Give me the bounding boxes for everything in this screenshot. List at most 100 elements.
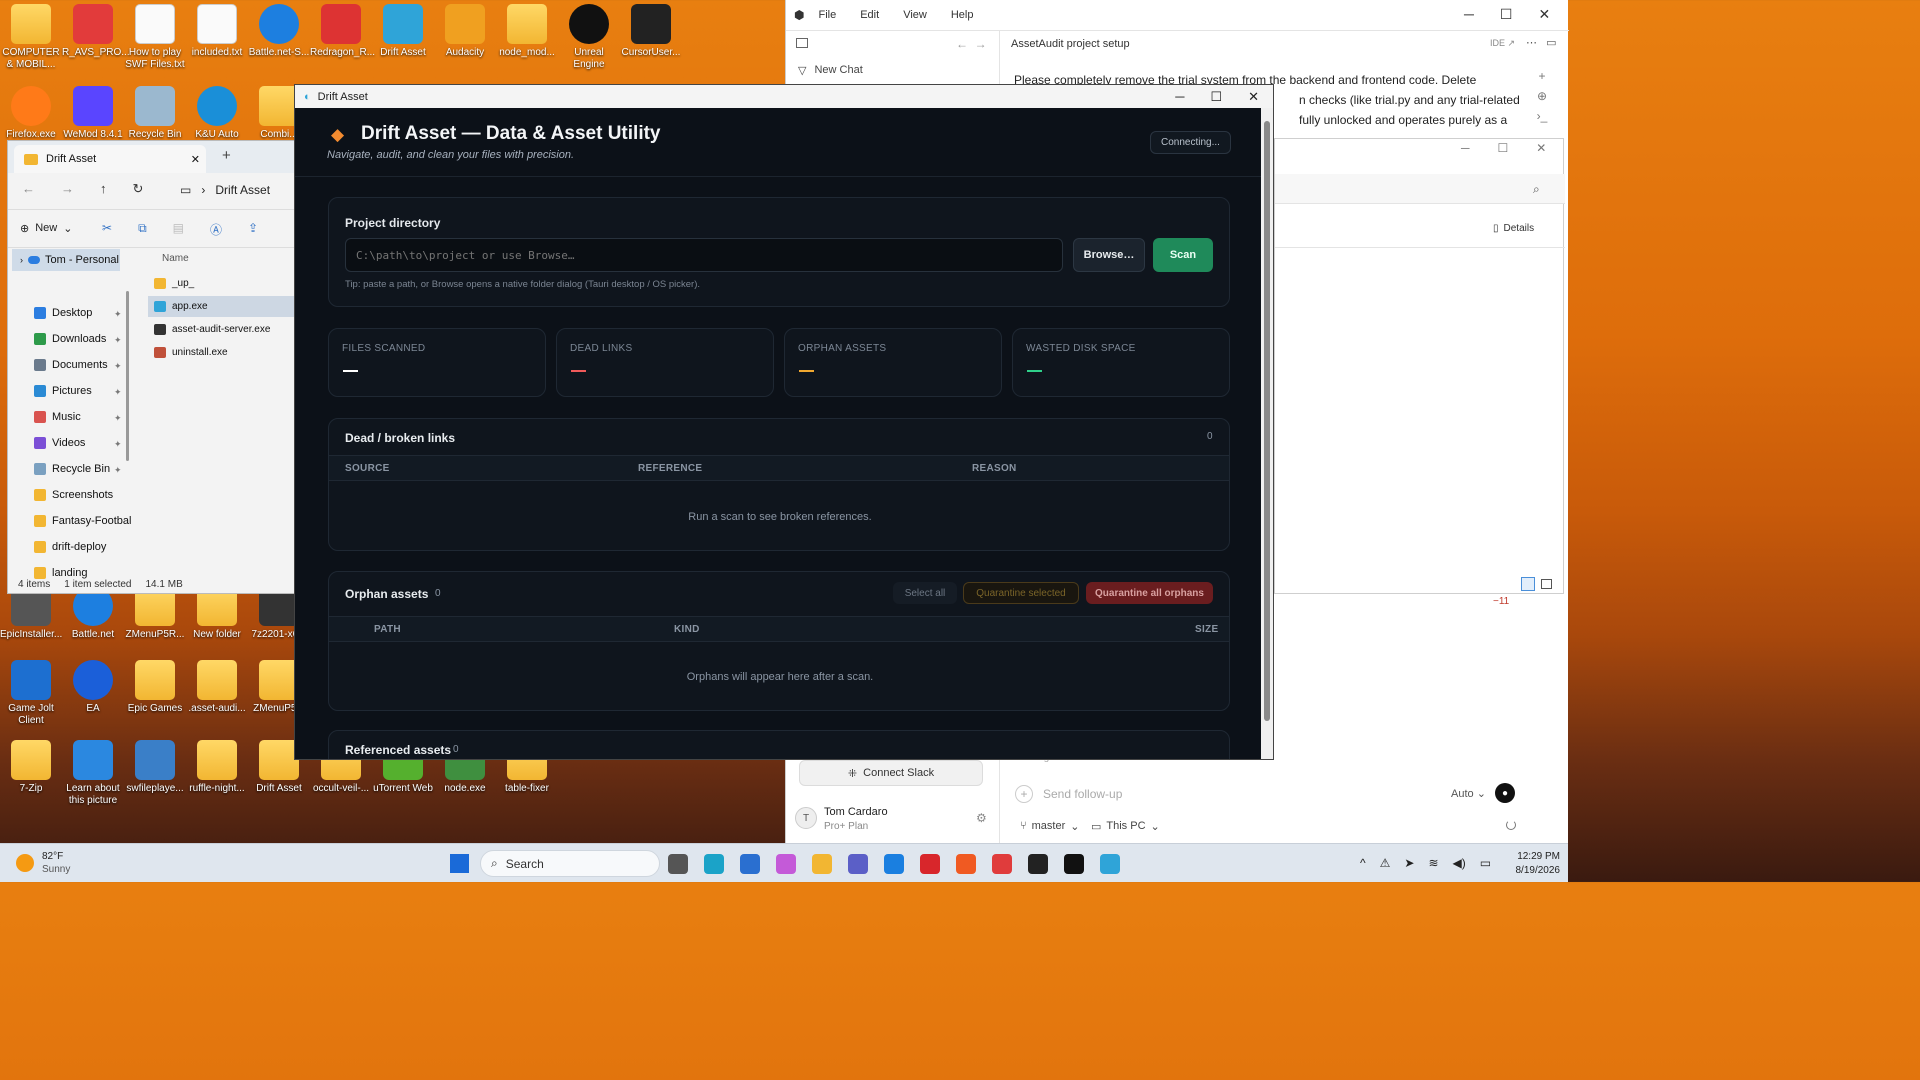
- vivaldi-icon[interactable]: [992, 854, 1012, 874]
- wps-icon[interactable]: [920, 854, 940, 874]
- desktop-icon[interactable]: Redragon_R...: [310, 4, 375, 59]
- mic-icon[interactable]: ●: [1495, 783, 1515, 803]
- battery-icon[interactable]: ▭: [1480, 856, 1491, 870]
- new-button[interactable]: ⊕ New ⌄: [20, 222, 72, 235]
- scan-button[interactable]: Scan: [1153, 238, 1213, 272]
- desktop-icon[interactable]: ruffle-night...: [186, 740, 248, 795]
- desktop-icon[interactable]: WeMod 8.4.1: [62, 86, 124, 141]
- clock-time[interactable]: 12:29 PM: [1500, 851, 1560, 862]
- minimize-icon[interactable]: ─: [1175, 89, 1184, 105]
- breadcrumb[interactable]: Drift Asset: [215, 183, 270, 197]
- close-icon[interactable]: ✕: [1248, 89, 1259, 105]
- desktop-icon[interactable]: Battle.net-S...: [248, 4, 310, 59]
- globe-icon[interactable]: ⊕: [1534, 86, 1550, 106]
- nav-item[interactable]: Videos: [34, 437, 85, 449]
- refresh-icon[interactable]: ↻: [133, 181, 144, 197]
- maximize-icon[interactable]: ☐: [1500, 6, 1513, 23]
- brave-icon[interactable]: [956, 854, 976, 874]
- nav-item[interactable]: Screenshots: [34, 489, 113, 501]
- nav-item[interactable]: Music: [34, 411, 81, 423]
- copy-icon[interactable]: ⧉: [138, 221, 147, 238]
- start-icon[interactable]: [450, 854, 469, 873]
- up-icon[interactable]: ↑: [100, 181, 107, 197]
- quarantine-selected-button[interactable]: Quarantine selected: [963, 582, 1079, 604]
- forward-icon[interactable]: →: [61, 181, 74, 197]
- minimize-icon[interactable]: ─: [1464, 6, 1474, 23]
- col-size[interactable]: SIZE: [1195, 624, 1218, 635]
- desktop-icon[interactable]: Battle.net: [62, 586, 124, 641]
- desktop-icon[interactable]: Audacity: [434, 4, 496, 59]
- ide-link[interactable]: IDE ↗: [1490, 38, 1515, 49]
- desktop-icon[interactable]: CursorUser...: [620, 4, 682, 59]
- col-reference[interactable]: REFERENCE: [638, 463, 702, 474]
- terminal-icon[interactable]: [1028, 854, 1048, 874]
- bg-close-icon[interactable]: ✕: [1536, 141, 1546, 155]
- back-icon[interactable]: ←: [22, 181, 35, 197]
- location-select[interactable]: ▭ This PC ⌄: [1091, 820, 1160, 833]
- user-avatar[interactable]: T: [795, 807, 817, 829]
- store-icon[interactable]: [740, 854, 760, 874]
- mode-select[interactable]: Auto ⌄: [1451, 787, 1486, 800]
- nav-item[interactable]: Recycle Bin: [34, 463, 110, 475]
- nav-item[interactable]: Documents: [34, 359, 108, 371]
- maximize-icon[interactable]: ☐: [1210, 89, 1222, 105]
- copilot-icon[interactable]: [776, 854, 796, 874]
- desktop-icon[interactable]: How to play SWF Files.txt: [124, 4, 186, 71]
- desktop-icon[interactable]: New folder: [186, 586, 248, 641]
- more-icon[interactable]: ⋯: [1526, 37, 1537, 49]
- followup-input[interactable]: Send follow-up: [1043, 787, 1122, 801]
- desktop-icon[interactable]: Drift Asset: [372, 4, 434, 59]
- desktop-icon[interactable]: ZMenuP5R...: [124, 586, 186, 641]
- cursor-icon[interactable]: [1064, 854, 1084, 874]
- edge-icon[interactable]: [704, 854, 724, 874]
- explorer-tab[interactable]: Drift Asset ✕: [14, 145, 206, 173]
- nav-item[interactable]: drift-deploy: [34, 541, 106, 553]
- terminal-icon[interactable]: ›_: [1534, 106, 1550, 126]
- network-app-icon[interactable]: ⚠: [1380, 856, 1391, 870]
- teams-icon[interactable]: [848, 854, 868, 874]
- list-view-icon[interactable]: [1521, 577, 1535, 591]
- new-chat-item[interactable]: ▽ New Chat: [798, 64, 863, 77]
- branch-select[interactable]: ⑂ master ⌄: [1020, 820, 1079, 833]
- desktop-icon[interactable]: Firefox.exe: [0, 86, 62, 141]
- desktop-icon[interactable]: .asset-audi...: [186, 660, 248, 715]
- file-row[interactable]: uninstall.exe: [148, 342, 294, 363]
- task-view-icon[interactable]: [668, 854, 688, 874]
- paste-icon[interactable]: ▤: [173, 221, 184, 238]
- file-explorer-icon[interactable]: [812, 854, 832, 874]
- wifi-icon[interactable]: ≋: [1428, 856, 1438, 870]
- attach-icon[interactable]: +: [1015, 785, 1033, 803]
- menu-help[interactable]: Help: [951, 9, 974, 21]
- nav-root[interactable]: › Tom - Personal: [12, 249, 120, 271]
- onedrive-icon[interactable]: [884, 854, 904, 874]
- desktop-icon[interactable]: EpicInstaller...: [0, 586, 62, 641]
- col-source[interactable]: SOURCE: [345, 463, 390, 474]
- col-kind[interactable]: KIND: [674, 624, 700, 635]
- quarantine-all-button[interactable]: Quarantine all orphans: [1086, 582, 1213, 604]
- panel-icon[interactable]: ▭: [1546, 37, 1556, 49]
- volume-icon[interactable]: ◀): [1453, 856, 1466, 870]
- tab-title[interactable]: AssetAudit project setup: [1011, 38, 1130, 50]
- cut-icon[interactable]: ✂: [102, 221, 112, 238]
- nav-item[interactable]: Pictures: [34, 385, 92, 397]
- desktop-icon[interactable]: swfileplaye...: [124, 740, 186, 795]
- nav-item[interactable]: Fantasy-Footbal: [34, 515, 131, 527]
- file-row[interactable]: _up_: [148, 273, 294, 294]
- plus-icon[interactable]: +: [1534, 66, 1550, 86]
- menu-file[interactable]: File: [818, 9, 836, 21]
- menu-edit[interactable]: Edit: [860, 9, 879, 21]
- desktop-icon[interactable]: node_mod...: [496, 4, 558, 59]
- desktop-icon[interactable]: COMPUTER & MOBIL...: [0, 4, 62, 71]
- nav-item[interactable]: Desktop: [34, 307, 92, 319]
- new-tab-icon[interactable]: +: [222, 147, 231, 164]
- file-row[interactable]: asset-audit-server.exe: [148, 319, 294, 340]
- col-reason[interactable]: REASON: [972, 463, 1017, 474]
- col-path[interactable]: PATH: [374, 624, 401, 635]
- menu-view[interactable]: View: [903, 9, 927, 21]
- taskbar-search[interactable]: ⌕ Search: [480, 850, 660, 877]
- tab-close-icon[interactable]: ✕: [191, 153, 200, 166]
- select-all-button[interactable]: Select all: [893, 582, 957, 604]
- nav-item[interactable]: landing: [34, 567, 87, 579]
- bg-search-icon[interactable]: ⌕: [1533, 182, 1540, 197]
- tile-view-icon[interactable]: [1541, 579, 1552, 589]
